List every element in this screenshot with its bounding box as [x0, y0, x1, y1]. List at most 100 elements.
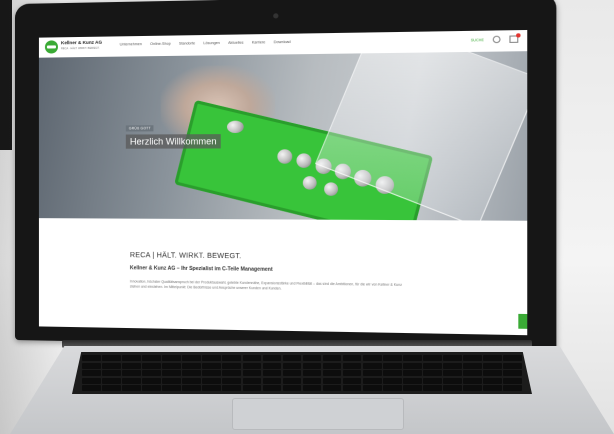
keyboard-key	[443, 378, 462, 384]
keyboard-key	[383, 355, 402, 361]
keyboard-key	[182, 385, 201, 391]
keyboard-key	[503, 378, 522, 384]
keyboard-key	[423, 370, 442, 376]
keyboard-key	[303, 378, 322, 384]
keyboard-key	[463, 385, 482, 391]
keyboard-key	[122, 355, 141, 361]
keyboard-key	[263, 378, 282, 384]
keyboard-key	[283, 355, 302, 361]
intro-title: RECA | HÄLT. WIRKT. BEWEGT.	[130, 252, 242, 260]
main-nav: Unternehmen Online-Shop Standorte Lösung…	[120, 40, 291, 47]
keyboard-key	[182, 355, 201, 361]
keyboard-key	[263, 363, 282, 369]
keyboard-key	[222, 378, 241, 384]
keyboard-key	[303, 363, 322, 369]
keyboard-key	[363, 363, 382, 369]
brand-logo-icon[interactable]	[45, 40, 58, 53]
keyboard-key	[122, 378, 141, 384]
nav-item-online-shop[interactable]: Online-Shop	[150, 42, 171, 46]
keyboard-key	[363, 355, 382, 361]
keyboard-key	[243, 378, 262, 384]
keyboard-key	[323, 370, 342, 376]
keyboard-key	[503, 370, 522, 376]
keyboard-key	[403, 355, 422, 361]
keyboard-key	[383, 385, 402, 391]
keyboard-key	[142, 363, 161, 369]
keyboard-key	[82, 370, 101, 376]
cart-icon[interactable]	[509, 35, 518, 43]
keyboard-key	[443, 355, 462, 361]
keyboard-key	[323, 363, 342, 369]
header-actions: SUCHE	[471, 35, 519, 43]
keyboard-key	[263, 385, 282, 391]
keyboard-key	[343, 385, 362, 391]
keyboard-key	[363, 370, 382, 376]
user-icon[interactable]	[493, 36, 501, 44]
nav-item-download[interactable]: Download	[274, 40, 291, 44]
keyboard-key	[142, 378, 161, 384]
keyboard-key	[182, 363, 201, 369]
keyboard-key	[503, 385, 522, 391]
keyboard-key	[283, 378, 302, 384]
keyboard-key	[122, 370, 141, 376]
search-button[interactable]: SUCHE	[471, 38, 484, 42]
nav-item-aktuelles[interactable]: Aktuelles	[228, 41, 243, 45]
nav-item-standorte[interactable]: Standorte	[179, 41, 195, 45]
keyboard-key	[463, 378, 482, 384]
intro-subtitle: Kellner & Kunz AG – Ihr Spezialist im C-…	[130, 265, 273, 273]
webcam	[273, 13, 278, 18]
keyboard-key	[343, 378, 362, 384]
keyboard-key	[222, 355, 241, 361]
keyboard-key	[202, 385, 221, 391]
keyboard-key	[503, 355, 522, 361]
keyboard-key	[283, 385, 302, 391]
nav-item-loesungen[interactable]: Lösungen	[203, 41, 219, 45]
keyboard-key	[182, 370, 201, 376]
keyboard-key	[122, 385, 141, 391]
keyboard-key	[383, 363, 402, 369]
keyboard-key	[303, 385, 322, 391]
keyboard-key	[323, 378, 342, 384]
keyboard-key	[443, 385, 462, 391]
keyboard-key	[363, 385, 382, 391]
keyboard-key	[162, 363, 181, 369]
keyboard-key	[403, 363, 422, 369]
keyboard-key	[102, 355, 121, 361]
nav-item-unternehmen[interactable]: Unternehmen	[120, 42, 142, 46]
keyboard-key	[243, 385, 262, 391]
keyboard-key	[82, 355, 101, 361]
keyboard-key	[403, 370, 422, 376]
keyboard-key	[463, 355, 482, 361]
keyboard-key	[162, 355, 181, 361]
keyboard-key	[383, 378, 402, 384]
laptop-trackpad	[232, 398, 404, 430]
hero-banner: GRÜß GOTT Herzlich Willkommen	[39, 51, 527, 221]
keyboard-key	[202, 363, 221, 369]
keyboard-key	[243, 370, 262, 376]
keyboard-key	[483, 385, 502, 391]
keyboard-key	[202, 378, 221, 384]
keyboard-key	[82, 378, 101, 384]
hero-title: Herzlich Willkommen	[126, 134, 221, 149]
keyboard-key	[263, 355, 282, 361]
keyboard-key	[423, 385, 442, 391]
socket-image	[324, 182, 338, 196]
brand-name[interactable]: Kellner & Kunz AG	[61, 40, 102, 46]
keyboard-key	[343, 370, 362, 376]
keyboard-key	[182, 378, 201, 384]
keyboard-key	[303, 370, 322, 376]
keyboard-key	[383, 370, 402, 376]
keyboard-key	[483, 378, 502, 384]
nav-item-karriere[interactable]: Karriere	[252, 40, 265, 44]
keyboard-key	[102, 378, 121, 384]
keyboard-key	[403, 385, 422, 391]
keyboard-key	[222, 363, 241, 369]
keyboard-key	[222, 385, 241, 391]
socket-image	[227, 121, 244, 133]
keyboard-key	[142, 385, 161, 391]
side-contact-tab[interactable]	[518, 314, 527, 329]
keyboard-key	[483, 363, 502, 369]
keyboard-key	[102, 363, 121, 369]
laptop-screen: Kellner & Kunz AG RECA · HÄLT. WIRKT. BE…	[39, 30, 527, 335]
keyboard-key	[243, 355, 262, 361]
